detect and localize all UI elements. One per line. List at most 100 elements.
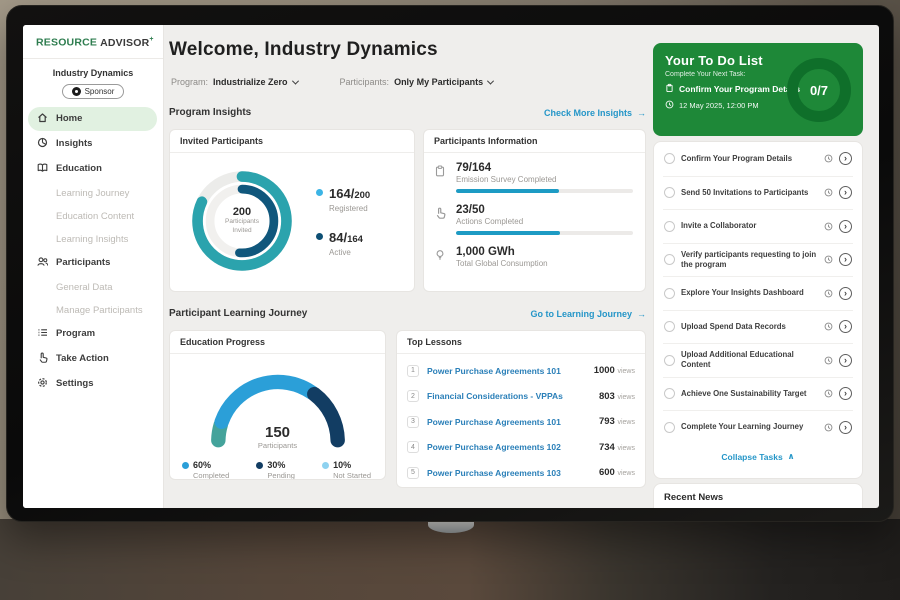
clipboard-icon	[665, 83, 674, 95]
sidebar-nav: Home Insights Education Learning Journey…	[23, 107, 163, 396]
task-chevron-button[interactable]: ›	[839, 152, 852, 165]
task-chevron-button[interactable]: ›	[839, 287, 852, 300]
lesson-views: 600 views	[599, 467, 635, 478]
emission-survey-row: 79/164 Emission Survey Completed	[434, 162, 633, 193]
sidebar-item-education[interactable]: Education	[28, 157, 157, 181]
sidebar-item-program[interactable]: Program	[28, 322, 157, 346]
task-row[interactable]: Verify participants requesting to join t…	[663, 243, 853, 277]
go-to-learning-journey-link[interactable]: Go to Learning Journey →	[530, 309, 646, 319]
task-checkbox[interactable]	[664, 388, 675, 399]
task-list-card: Confirm Your Program Details › Send 50 I…	[653, 141, 863, 479]
progress-bar	[456, 189, 633, 193]
participants-select[interactable]: Participants: Only My Participants	[340, 77, 494, 87]
sidebar: RESOURCEADVISOR+ Industry Dynamics Spons…	[23, 25, 164, 508]
task-row[interactable]: Upload Spend Data Records ›	[663, 310, 853, 344]
task-chevron-button[interactable]: ›	[839, 186, 852, 199]
actions-completed-row: 23/50 Actions Completed	[434, 204, 633, 235]
collapse-tasks-link[interactable]: Collapse Tasks ∧	[663, 444, 853, 470]
program-select[interactable]: Program: Industrialize Zero	[171, 77, 298, 87]
task-row[interactable]: Upload Additional Educational Content ›	[663, 343, 853, 377]
task-checkbox[interactable]	[664, 153, 675, 164]
task-row[interactable]: Achieve One Sustainability Target ›	[663, 377, 853, 411]
sidebar-item-settings[interactable]: Settings	[28, 372, 157, 396]
education-gauge-chart: 150 Participants	[201, 362, 355, 450]
task-checkbox[interactable]	[664, 355, 675, 366]
sidebar-item-learning-insights[interactable]: Learning Insights	[23, 228, 163, 251]
task-checkbox[interactable]	[664, 187, 675, 198]
clock-icon	[824, 322, 833, 331]
task-row[interactable]: Complete Your Learning Journey ›	[663, 410, 853, 444]
task-chevron-button[interactable]: ›	[839, 421, 852, 434]
task-chevron-button[interactable]: ›	[839, 387, 852, 400]
task-row[interactable]: Invite a Collaborator ›	[663, 209, 853, 243]
task-chevron-button[interactable]: ›	[839, 354, 852, 367]
arrow-right-icon: →	[637, 108, 646, 118]
brand-logo[interactable]: RESOURCEADVISOR+	[23, 25, 163, 59]
caret-up-icon: ∧	[788, 451, 795, 462]
invited-participants-card: Invited Participants 200 Partic	[169, 129, 415, 292]
sidebar-item-general-data[interactable]: General Data	[23, 276, 163, 299]
task-checkbox[interactable]	[664, 321, 675, 332]
people-icon	[37, 256, 48, 270]
legend-registered: 164/200 Registered	[316, 185, 370, 213]
org-name: Industry Dynamics	[23, 68, 163, 78]
legend-pending: 30% Pending	[256, 460, 295, 480]
education-legend: 60% Completed 30% Pending 10% Not Starte…	[170, 450, 385, 480]
donut-center-label: 200 Participants Invited	[184, 163, 300, 279]
task-chevron-button[interactable]: ›	[839, 320, 852, 333]
education-progress-card: Education Progress 150 Participants	[169, 330, 386, 480]
todo-header-card: Your To Do List Complete Your Next Task:…	[653, 43, 863, 136]
sidebar-item-participants[interactable]: Participants	[28, 251, 157, 275]
card-title: Participants Information	[424, 130, 645, 153]
sidebar-item-take-action[interactable]: Take Action	[28, 347, 157, 371]
lightbulb-icon	[434, 246, 448, 273]
main-content: Welcome, Industry Dynamics Program: Indu…	[169, 25, 646, 508]
task-chevron-button[interactable]: ›	[839, 220, 852, 233]
learning-journey-header: Participant Learning Journey Go to Learn…	[169, 308, 646, 319]
lesson-views: 793 views	[599, 416, 635, 427]
progress-bar	[456, 231, 633, 235]
book-icon	[37, 162, 48, 176]
take-action-icon	[37, 352, 48, 366]
task-chevron-button[interactable]: ›	[839, 253, 852, 266]
task-row[interactable]: Explore Your Insights Dashboard ›	[663, 276, 853, 310]
sidebar-item-home[interactable]: Home	[28, 107, 157, 131]
legend-dot	[256, 462, 263, 469]
lesson-link[interactable]: Power Purchase Agreements 101	[427, 366, 586, 376]
dashboard-screen: RESOURCEADVISOR+ Industry Dynamics Spons…	[23, 25, 879, 508]
sponsor-badge[interactable]: Sponsor	[62, 84, 125, 99]
lesson-row: 2 Financial Considerations - VPPAs 803 v…	[407, 384, 635, 410]
task-checkbox[interactable]	[664, 221, 675, 232]
sidebar-item-manage-participants[interactable]: Manage Participants	[23, 299, 163, 322]
lesson-link[interactable]: Financial Considerations - VPPAs	[427, 391, 591, 401]
legend-dot	[316, 233, 323, 240]
lesson-rank: 4	[407, 441, 419, 453]
hand-icon	[434, 204, 448, 235]
consumption-row: 1,000 GWh Total Global Consumption	[434, 246, 633, 273]
lesson-link[interactable]: Power Purchase Agreements 102	[427, 442, 591, 452]
sidebar-item-education-content[interactable]: Education Content	[23, 205, 163, 228]
task-checkbox[interactable]	[664, 422, 675, 433]
task-checkbox[interactable]	[664, 254, 675, 265]
invited-donut-chart: 200 Participants Invited	[184, 163, 300, 279]
lesson-views: 803 views	[599, 391, 635, 402]
insights-pie-icon	[37, 137, 48, 151]
sidebar-item-learning-journey[interactable]: Learning Journey	[23, 182, 163, 205]
legend-completed: 60% Completed	[182, 460, 229, 480]
task-row[interactable]: Confirm Your Program Details ›	[663, 142, 853, 176]
clock-icon	[824, 289, 833, 298]
legend-not-started: 10% Not Started	[322, 460, 371, 480]
lesson-rank: 3	[407, 416, 419, 428]
lesson-row: 3 Power Purchase Agreements 101 793 view…	[407, 409, 635, 435]
lesson-link[interactable]: Power Purchase Agreements 103	[427, 468, 591, 478]
clock-icon	[824, 255, 833, 264]
task-row[interactable]: Send 50 Invitations to Participants ›	[663, 176, 853, 210]
lesson-row: 1 Power Purchase Agreements 101 1000 vie…	[407, 358, 635, 384]
sidebar-item-insights[interactable]: Insights	[28, 132, 157, 156]
filters-row: Program: Industrialize Zero Participants…	[171, 77, 493, 87]
check-more-insights-link[interactable]: Check More Insights →	[544, 108, 646, 118]
invited-legend: 164/200 Registered 84/164 Active	[316, 185, 370, 257]
legend-dot	[322, 462, 329, 469]
lesson-link[interactable]: Power Purchase Agreements 101	[427, 417, 591, 427]
task-checkbox[interactable]	[664, 288, 675, 299]
